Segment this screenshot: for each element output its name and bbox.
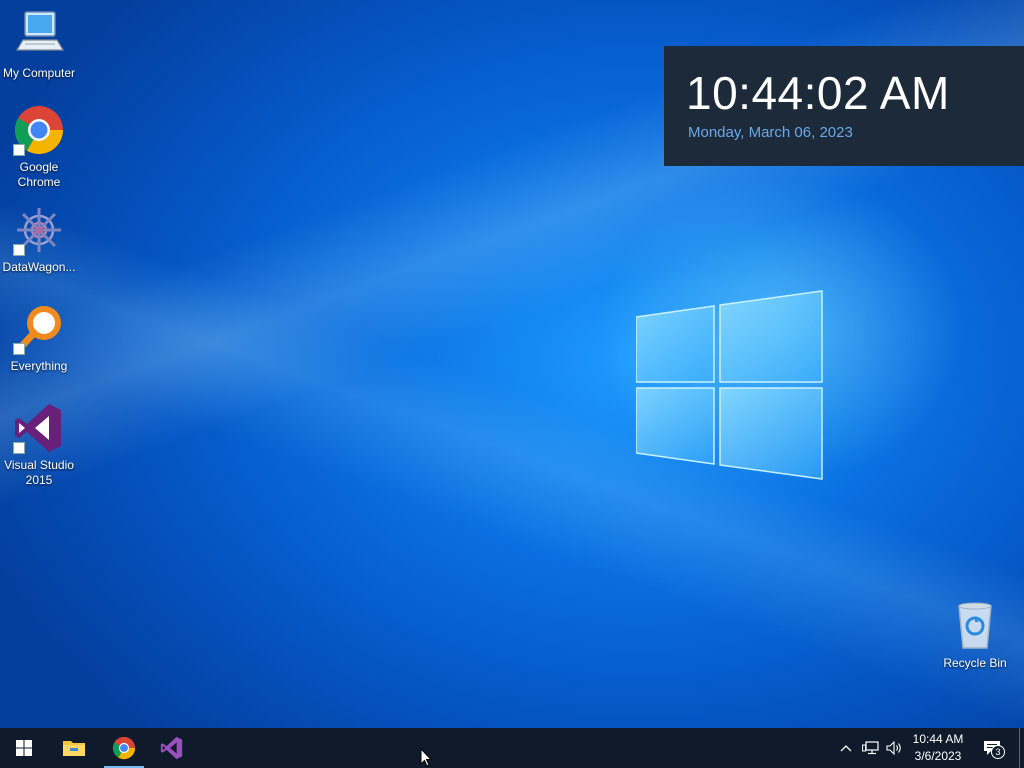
desktop-icon-label: Google Chrome <box>17 160 61 189</box>
my-computer-icon <box>13 10 65 62</box>
shortcut-arrow-icon <box>13 144 25 156</box>
desktop-icon-google-chrome[interactable]: Google Chrome <box>0 104 78 190</box>
clock-time: 10:44:02 AM <box>686 67 950 119</box>
network-icon <box>862 741 879 755</box>
visual-studio-icon <box>160 736 183 760</box>
file-explorer-button[interactable] <box>52 728 96 768</box>
desktop-icon-my-computer[interactable]: My Computer <box>0 10 78 81</box>
chevron-up-icon <box>840 745 852 752</box>
speaker-icon <box>886 741 901 755</box>
clock-date: Monday, March 06, 2023 <box>688 124 853 141</box>
shortcut-arrow-icon <box>13 343 25 355</box>
windows-logo-icon <box>16 740 32 756</box>
taskbar-date: 3/6/2023 <box>914 749 962 763</box>
visual-studio-taskbar-button[interactable] <box>150 728 194 768</box>
taskbar: 10:44 AM 3/6/2023 3 <box>0 728 1024 768</box>
show-hidden-icons-button[interactable] <box>838 728 854 768</box>
start-button[interactable] <box>2 728 46 768</box>
desktop-icon-visual-studio[interactable]: Visual Studio 2015 <box>0 402 78 488</box>
recycle-bin-icon <box>949 600 1001 652</box>
desktop-icon-datawagon[interactable]: DataWagon... <box>0 204 78 275</box>
folder-icon <box>63 741 85 756</box>
desktop-icon-label: DataWagon... <box>2 260 76 274</box>
show-desktop-button[interactable] <box>1019 728 1020 768</box>
desktop-icon-label: Everything <box>10 359 68 373</box>
desktop-icon-label: Visual Studio 2015 <box>4 458 74 487</box>
clock-widget[interactable]: 10:44:02 AM Monday, March 06, 2023 <box>664 46 1024 166</box>
shortcut-arrow-icon <box>13 442 25 454</box>
chrome-icon <box>112 736 136 760</box>
notification-count-badge: 3 <box>991 745 1005 759</box>
taskbar-clock[interactable]: 10:44 AM 3/6/2023 <box>906 731 970 765</box>
datawagon-icon <box>13 204 65 256</box>
action-center-button[interactable]: 3 <box>980 728 1005 768</box>
shortcut-arrow-icon <box>13 244 25 256</box>
desktop-icon-recycle-bin[interactable]: Recycle Bin <box>936 600 1014 671</box>
visual-studio-icon <box>13 402 65 454</box>
chrome-icon <box>13 104 65 156</box>
desktop[interactable]: My Computer Google Chrome DataWagon... E… <box>0 0 1024 728</box>
mouse-cursor-icon <box>420 748 432 767</box>
network-button[interactable] <box>860 728 882 768</box>
taskbar-time: 10:44 AM <box>912 732 964 746</box>
desktop-icon-label: My Computer <box>2 66 76 80</box>
chrome-taskbar-button[interactable] <box>102 728 146 768</box>
windows-wallpaper-logo <box>636 290 823 480</box>
desktop-icon-label: Recycle Bin <box>943 656 1007 670</box>
volume-button[interactable] <box>884 728 906 768</box>
everything-search-icon <box>13 303 65 355</box>
desktop-icon-everything[interactable]: Everything <box>0 303 78 374</box>
